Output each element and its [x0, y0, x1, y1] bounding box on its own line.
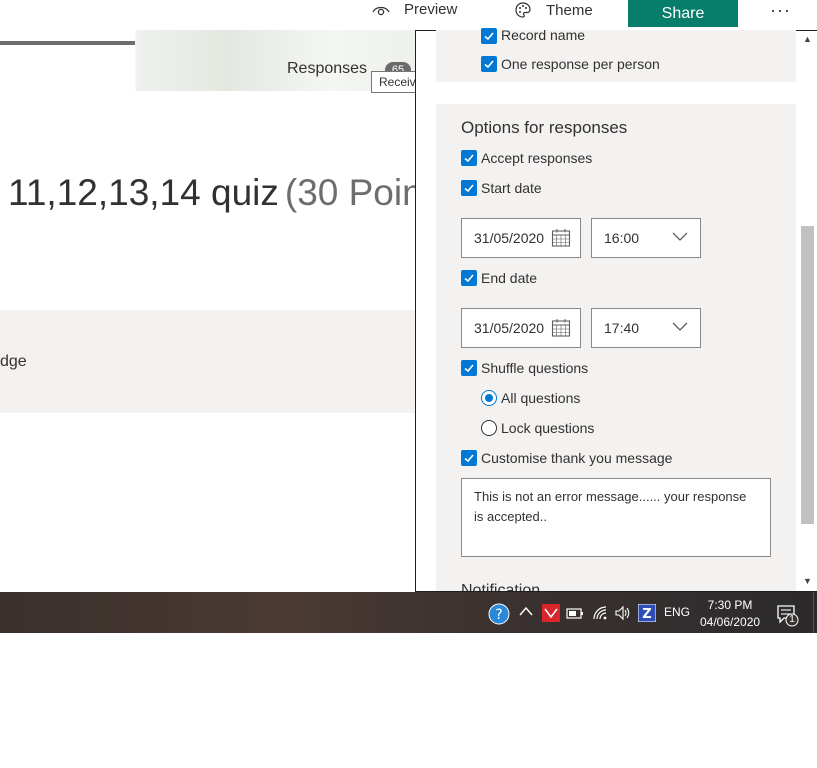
svg-text:?: ? [495, 607, 502, 623]
chevron-up-icon[interactable] [519, 606, 533, 616]
show-desktop-divider[interactable] [813, 592, 814, 633]
eye-icon [372, 6, 390, 15]
scroll-down-arrow-icon[interactable]: ▼ [803, 576, 812, 586]
start-date-label: Start date [481, 180, 542, 196]
checkmark-icon [464, 454, 474, 463]
clock-time: 7:30 PM [707, 598, 753, 612]
checkmark-icon [484, 32, 494, 41]
all-questions-radio[interactable] [481, 390, 497, 406]
wifi-icon[interactable] [591, 604, 609, 622]
theme-button[interactable]: Theme [514, 1, 593, 19]
palette-icon [515, 2, 531, 18]
question-text: dge [0, 353, 27, 370]
theme-label: Theme [546, 1, 593, 19]
accept-responses-label: Accept responses [481, 150, 593, 166]
share-button[interactable]: Share [628, 0, 738, 27]
lock-questions-radio[interactable] [481, 420, 497, 436]
record-name-checkbox[interactable] [481, 28, 497, 44]
chevron-down-icon [672, 322, 688, 331]
form-title[interactable]: 11,12,13,14 quiz (30 Points) [8, 172, 464, 214]
start-date-value: 31/05/2020 [474, 230, 545, 246]
system-clock[interactable]: 7:30 PM 04/06/2020 [700, 597, 760, 631]
tab-responses[interactable]: Responses [287, 60, 367, 78]
more-options-button[interactable]: ··· [770, 0, 791, 21]
notification-count-badge: 1 [789, 614, 795, 625]
battery-icon[interactable] [566, 606, 584, 620]
checkmark-icon [464, 184, 474, 193]
record-name-label: Record name [501, 27, 586, 43]
preview-button[interactable]: Preview [372, 1, 457, 18]
speaker-volume-icon[interactable] [614, 604, 632, 622]
input-language-indicator[interactable]: ENG [664, 605, 690, 619]
customise-thanks-checkbox[interactable] [461, 450, 477, 466]
end-date-checkbox[interactable] [461, 270, 477, 286]
checkmark-icon [464, 364, 474, 373]
end-date-value: 31/05/2020 [474, 320, 545, 336]
zoom-app-icon[interactable]: Z [638, 604, 656, 622]
active-tab-indicator [0, 41, 135, 45]
svg-text:Z: Z [642, 607, 651, 622]
thank-you-message-textarea[interactable]: This is not an error message...... your … [461, 478, 771, 557]
end-date-label: End date [481, 270, 538, 286]
preview-label: Preview [404, 1, 458, 18]
start-date-checkbox[interactable] [461, 180, 477, 196]
checkmark-icon [464, 274, 474, 283]
help-question-icon[interactable]: ? [488, 603, 510, 625]
scrollbar-thumb[interactable] [801, 226, 814, 524]
one-response-label: One response per person [501, 56, 660, 72]
end-time-dropdown[interactable]: 17:40 [591, 308, 701, 348]
lock-questions-label: Lock questions [501, 420, 595, 436]
start-date-input[interactable]: 31/05/2020 [461, 218, 581, 258]
tab-bar-left [0, 30, 135, 91]
question-card[interactable] [0, 310, 416, 413]
checkmark-icon [484, 60, 494, 69]
checkmark-icon [464, 154, 474, 163]
antivirus-icon[interactable] [542, 604, 560, 622]
windows-taskbar [0, 592, 817, 633]
scroll-up-arrow-icon[interactable]: ▲ [803, 34, 812, 44]
one-response-checkbox[interactable] [481, 56, 497, 72]
calendar-icon[interactable] [551, 318, 571, 338]
chevron-down-icon [672, 232, 688, 241]
end-time-value: 17:40 [604, 320, 640, 336]
clock-date: 04/06/2020 [700, 615, 761, 629]
customise-thanks-label: Customise thank you message [481, 450, 673, 466]
start-time-dropdown[interactable]: 16:00 [591, 218, 701, 258]
calendar-icon[interactable] [551, 228, 571, 248]
options-section-title: Options for responses [461, 118, 628, 137]
all-questions-label: All questions [501, 390, 581, 406]
start-time-value: 16:00 [604, 230, 640, 246]
accept-responses-checkbox[interactable] [461, 150, 477, 166]
shuffle-questions-label: Shuffle questions [481, 360, 589, 376]
end-date-input[interactable]: 31/05/2020 [461, 308, 581, 348]
shuffle-questions-checkbox[interactable] [461, 360, 477, 376]
form-title-text: 11,12,13,14 quiz [8, 172, 279, 213]
